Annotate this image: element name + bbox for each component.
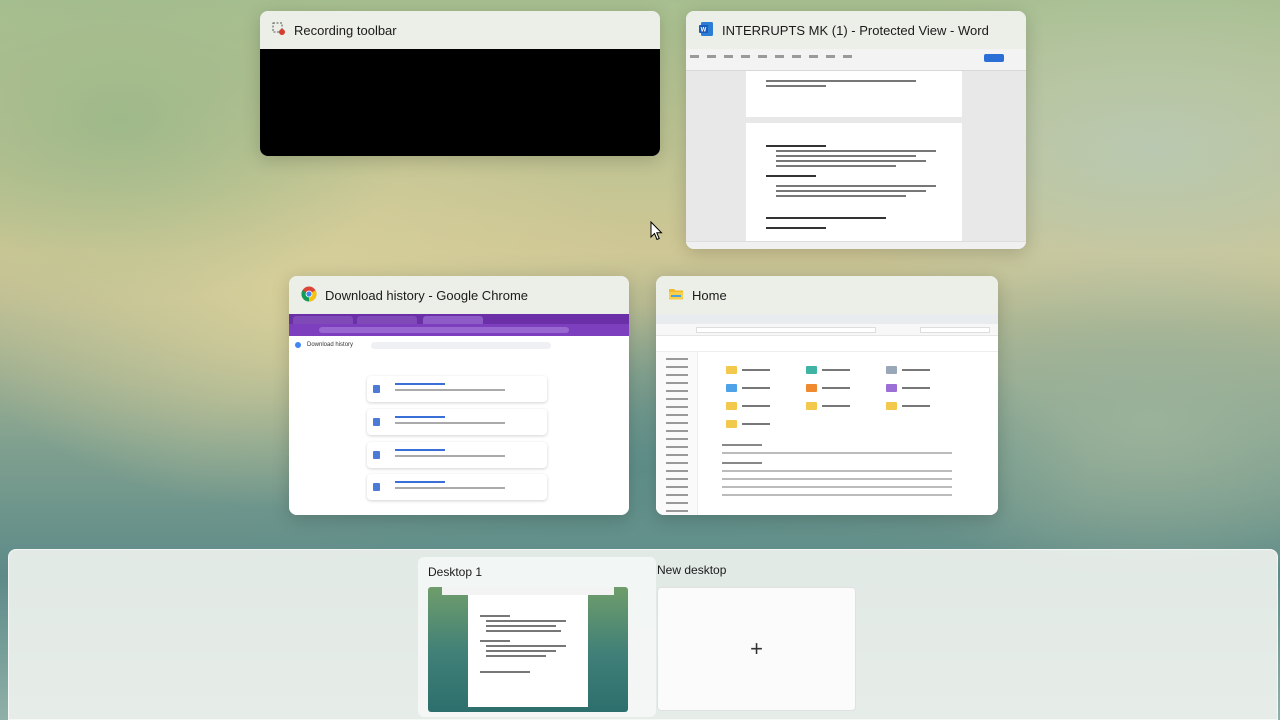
chrome-icon: [301, 286, 317, 305]
chrome-window[interactable]: Download history - Google Chrome Downloa…: [289, 276, 629, 515]
window-titlebar: W INTERRUPTS MK (1) - Protected View - W…: [686, 11, 1026, 49]
new-desktop-button[interactable]: +: [657, 587, 856, 711]
window-titlebar: Download history - Google Chrome: [289, 276, 629, 314]
virtual-desktops-bar: Desktop 1 New desktop +: [8, 549, 1278, 720]
window-title: Recording toolbar: [294, 22, 397, 38]
recording-toolbar-icon: [272, 22, 286, 39]
window-title: INTERRUPTS MK (1) - Protected View - Wor…: [722, 22, 989, 38]
mouse-cursor-icon: [650, 221, 663, 241]
window-title: Home: [692, 287, 727, 303]
new-desktop-label: New desktop: [657, 563, 727, 577]
chrome-preview: Download history: [289, 314, 629, 515]
word-window[interactable]: W INTERRUPTS MK (1) - Protected View - W…: [686, 11, 1026, 249]
window-titlebar: Home: [656, 276, 998, 314]
chrome-page-heading: Download history: [307, 342, 354, 348]
recording-preview: [260, 49, 660, 156]
svg-text:W: W: [701, 27, 707, 33]
desktop-1-thumbnail[interactable]: [428, 587, 628, 712]
window-title: Download history - Google Chrome: [325, 287, 529, 303]
window-titlebar: Recording toolbar: [260, 11, 660, 49]
file-explorer-preview: [656, 314, 998, 515]
file-explorer-window[interactable]: Home: [656, 276, 998, 515]
folder-icon: [668, 286, 684, 305]
word-icon: W: [698, 21, 714, 40]
plus-icon: +: [750, 636, 763, 661]
desktop-1-label: Desktop 1: [428, 565, 483, 579]
recording-toolbar-window[interactable]: Recording toolbar: [260, 11, 660, 156]
word-preview: [686, 49, 1026, 249]
